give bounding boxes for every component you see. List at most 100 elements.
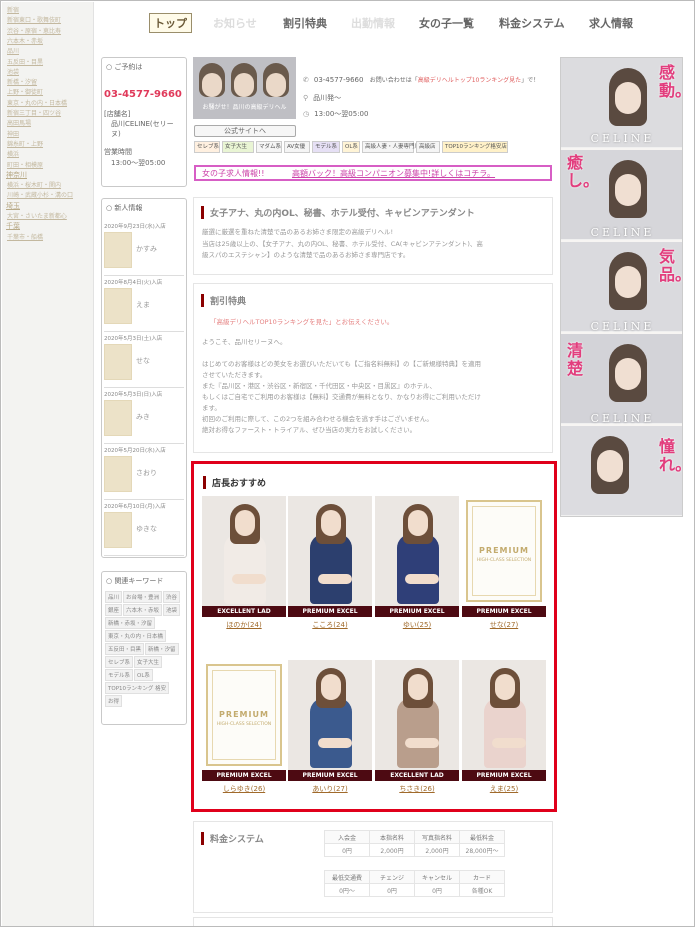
keyword-tag[interactable]: モデル系 <box>105 669 134 681</box>
girl-photo[interactable] <box>288 660 372 770</box>
keyword-tag[interactable]: TOP10ランキング 格安 <box>105 682 170 694</box>
keyword-tag[interactable]: 新橋・汐留 <box>145 643 179 655</box>
news-name[interactable]: かすみ <box>136 244 157 254</box>
girl-photo[interactable]: PREMIUM HIGH-CLASS SELECTION <box>462 496 546 606</box>
news-name[interactable]: えま <box>136 300 150 310</box>
news-thumbnail[interactable] <box>104 456 132 492</box>
girl-name-link[interactable]: あいり(27) <box>288 784 372 794</box>
nav-area-link[interactable]: 神田 <box>7 129 19 138</box>
news-name[interactable]: みき <box>136 412 150 422</box>
shop-tag[interactable]: OL系 <box>342 141 360 153</box>
nav-area-link[interactable]: 五反田・目黒 <box>7 57 43 66</box>
tab-nav-item[interactable]: 女の子一覧 <box>419 15 474 31</box>
girl-photo[interactable] <box>288 496 372 606</box>
shop-tag[interactable]: マダム系 <box>256 141 282 153</box>
nav-area-link[interactable]: 新橋・汐留 <box>7 77 37 86</box>
news-name[interactable]: せな <box>136 356 150 366</box>
reserve-phone[interactable]: 03-4577-9660 <box>104 89 182 100</box>
nav-area-link[interactable]: 六本木・赤坂 <box>7 36 43 45</box>
nav-area-link[interactable]: 錦糸町・上野 <box>7 139 43 148</box>
girl-photo[interactable]: PREMIUM HIGH-CLASS SELECTION <box>202 660 286 770</box>
nav-area-link[interactable]: 新宿三丁目・四ツ谷 <box>7 108 61 117</box>
nav-section-heading[interactable]: 神奈川 <box>6 170 27 180</box>
recommend-girl-card[interactable]: PREMIUM HIGH-CLASS SELECTION PREMIUM EXCEL… <box>202 660 286 800</box>
official-site-button[interactable]: 公式サイトへ <box>194 125 296 137</box>
shop-tag[interactable]: 高級店 <box>416 141 440 153</box>
news-thumbnail[interactable] <box>104 512 132 548</box>
nav-section-heading[interactable]: 埼玉 <box>6 201 20 211</box>
nav-area-link[interactable]: 町田・相模原 <box>7 160 43 169</box>
keyword-tag[interactable]: 渋谷 <box>163 591 181 603</box>
news-thumbnail[interactable] <box>104 288 132 324</box>
recommend-girl-card[interactable]: EXCELLENT LAD ちさき(26) <box>375 660 459 800</box>
keyword-tag[interactable]: 女子大生 <box>134 656 163 668</box>
news-thumbnail[interactable] <box>104 344 132 380</box>
keyword-tag[interactable]: 新橋・赤坂・汐留 <box>105 617 156 629</box>
nav-area-link[interactable]: 池袋 <box>7 67 19 76</box>
girl-name-link[interactable]: えま(25) <box>462 784 546 794</box>
news-thumbnail[interactable] <box>104 232 132 268</box>
girl-name-link[interactable]: ほのか(24) <box>202 620 286 630</box>
nav-area-link[interactable]: 品川 <box>7 46 19 55</box>
girl-photo[interactable] <box>375 660 459 770</box>
tab-nav-item[interactable]: 割引特典 <box>283 15 327 31</box>
news-item[interactable]: 2020年9月23日(水)入店 かすみ <box>104 220 184 276</box>
shop-tag[interactable]: 女子大生 <box>222 141 254 153</box>
nav-area-link[interactable]: 新宿東口・歌舞伎町 <box>7 15 61 24</box>
shop-tag[interactable]: TOP10ランキング格安店 <box>442 141 508 153</box>
news-item[interactable]: 2020年8月4日(火)入店 えま <box>104 276 184 332</box>
keyword-tag[interactable]: 品川 <box>105 591 123 603</box>
recommend-girl-card[interactable]: PREMIUM EXCEL あいり(27) <box>288 660 372 800</box>
side-ad-banner[interactable]: 感動。 CELINE 癒し。 CELINE 気品。 CELINE 清楚 CELI… <box>560 57 683 517</box>
news-name[interactable]: ゆきな <box>136 524 157 534</box>
keyword-tag[interactable]: 銀座 <box>105 604 123 616</box>
news-item[interactable]: 2020年5月3日(土)入店 せな <box>104 332 184 388</box>
news-name[interactable]: さおり <box>136 468 157 478</box>
recommend-girl-card[interactable]: PREMIUM HIGH-CLASS SELECTION PREMIUM EXCEL… <box>462 496 546 636</box>
girl-name-link[interactable]: こころ(24) <box>288 620 372 630</box>
nav-area-link[interactable]: 新宿 <box>7 5 19 14</box>
keyword-tag[interactable]: セレブ系 <box>105 656 134 668</box>
tab-nav-item[interactable]: 求人情報 <box>589 15 633 31</box>
keyword-tag[interactable]: お得 <box>105 695 123 707</box>
nav-area-link[interactable]: 千葉市・船橋 <box>7 232 43 241</box>
news-item[interactable]: 2020年5月20日(水)入店 さおり <box>104 444 184 500</box>
keyword-tag[interactable]: 池袋 <box>163 604 181 616</box>
news-item[interactable]: 2020年5月3日(日)入店 みき <box>104 388 184 444</box>
nav-area-link[interactable]: 東京・丸の内・日本橋 <box>7 98 67 107</box>
tab-nav-item[interactable]: お知らせ <box>213 15 257 31</box>
contact-phone[interactable]: 03-4577-9660 <box>314 76 364 84</box>
girl-photo[interactable] <box>202 496 286 606</box>
nav-area-link[interactable]: 横浜・桜木町・関内 <box>7 180 61 189</box>
keyword-tag[interactable]: 五反田・目黒 <box>105 643 145 655</box>
shop-tag[interactable]: 高級人妻・人妻専門店 <box>362 141 420 153</box>
nav-area-link[interactable]: 横浜 <box>7 149 19 158</box>
girl-photo[interactable] <box>375 496 459 606</box>
recommend-girl-card[interactable]: EXCELLENT LAD ほのか(24) <box>202 496 286 636</box>
tab-nav-item[interactable]: トップ <box>149 13 192 33</box>
nav-area-link[interactable]: 大宮・さいたま新都心 <box>7 211 67 220</box>
shop-tag[interactable]: セレブ系 <box>194 141 220 153</box>
nav-area-link[interactable]: 高田馬場 <box>7 118 31 127</box>
girl-photo[interactable] <box>462 660 546 770</box>
tab-nav-item[interactable]: 出勤情報 <box>351 15 395 31</box>
nav-area-link[interactable]: 上野・御徒町 <box>7 87 43 96</box>
girl-name-link[interactable]: しらゆき(26) <box>202 784 286 794</box>
recommend-girl-card[interactable]: PREMIUM EXCEL こころ(24) <box>288 496 372 636</box>
recruit-link[interactable]: 高額バック！高級コンパニオン募集中!詳しくはコチラ。 <box>292 168 495 179</box>
shop-tag[interactable]: モデル系 <box>312 141 340 153</box>
recommend-girl-card[interactable]: PREMIUM EXCEL ゆい(25) <box>375 496 459 636</box>
recommend-girl-card[interactable]: PREMIUM EXCEL えま(25) <box>462 660 546 800</box>
keyword-tag[interactable]: OL系 <box>134 669 153 681</box>
girl-name-link[interactable]: ゆい(25) <box>375 620 459 630</box>
news-thumbnail[interactable] <box>104 400 132 436</box>
girl-name-link[interactable]: ちさき(26) <box>375 784 459 794</box>
nav-area-link[interactable]: 渋谷・原宿・恵比寿 <box>7 26 61 35</box>
shop-tag[interactable]: AV女優 <box>284 141 310 153</box>
keyword-tag[interactable]: 六本木・赤坂 <box>123 604 163 616</box>
girl-name-link[interactable]: せな(27) <box>462 620 546 630</box>
nav-area-link[interactable]: 川崎・武蔵小杉・溝の口 <box>7 190 73 199</box>
keyword-tag[interactable]: お台場・豊洲 <box>123 591 163 603</box>
keyword-tag[interactable]: 東京・丸の内・日本橋 <box>105 630 167 642</box>
nav-section-heading[interactable]: 千葉 <box>6 221 20 231</box>
